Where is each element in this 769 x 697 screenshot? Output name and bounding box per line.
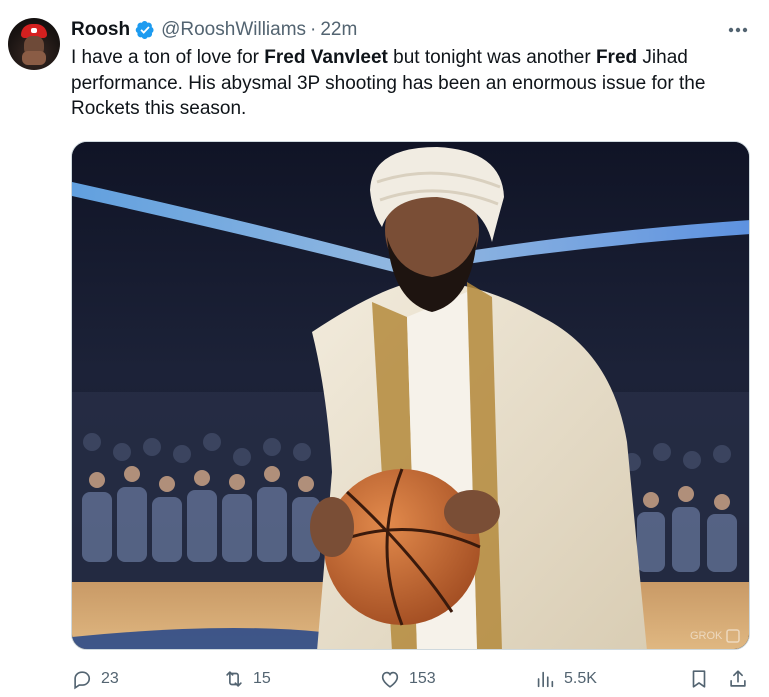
arena-illustration: GROK (72, 142, 749, 649)
author-name[interactable]: Roosh (71, 19, 130, 41)
action-bar: 23 15 153 5.5K (71, 664, 761, 694)
like-count: 153 (409, 670, 436, 687)
view-count: 5.5K (564, 670, 597, 687)
views-icon (537, 671, 554, 688)
tweet-header: Roosh @RooshWilliams · 22m (71, 18, 357, 42)
more-icon (728, 27, 748, 33)
share-button[interactable] (727, 664, 749, 694)
author-handle[interactable]: @RooshWilliams (161, 19, 306, 41)
reply-icon (74, 671, 91, 690)
tweet-image[interactable]: GROK (71, 141, 750, 650)
heart-icon (381, 671, 399, 688)
tweet-text-segment: but tonight was another (387, 47, 596, 68)
bookmark-icon (692, 670, 706, 688)
tweet-timestamp[interactable]: 22m (320, 19, 357, 41)
tweet-text: I have a ton of love for Fred Vanvleet b… (71, 45, 761, 122)
views-button[interactable]: 5.5K (534, 664, 597, 694)
retweet-count: 15 (253, 670, 271, 687)
bookmark-button[interactable] (688, 664, 710, 694)
retweet-icon (226, 671, 242, 687)
like-button[interactable]: 153 (379, 664, 436, 694)
reply-button[interactable]: 23 (71, 664, 119, 694)
verified-badge-icon (135, 21, 154, 39)
tweet-text-bold: Fred Vanvleet (264, 47, 388, 68)
avatar-hands (22, 51, 46, 65)
avatar[interactable] (8, 18, 60, 70)
retweet-button[interactable]: 15 (223, 664, 271, 694)
grok-watermark: GROK (690, 630, 723, 642)
share-icon (730, 670, 746, 687)
tweet-text-segment: I have a ton of love for (71, 47, 265, 68)
header-separator: · (310, 19, 317, 40)
more-button[interactable] (726, 20, 750, 40)
tweet: Roosh @RooshWilliams · 22m I have a ton … (0, 0, 769, 697)
reply-count: 23 (101, 670, 119, 687)
tweet-text-bold: Fred (595, 47, 638, 68)
